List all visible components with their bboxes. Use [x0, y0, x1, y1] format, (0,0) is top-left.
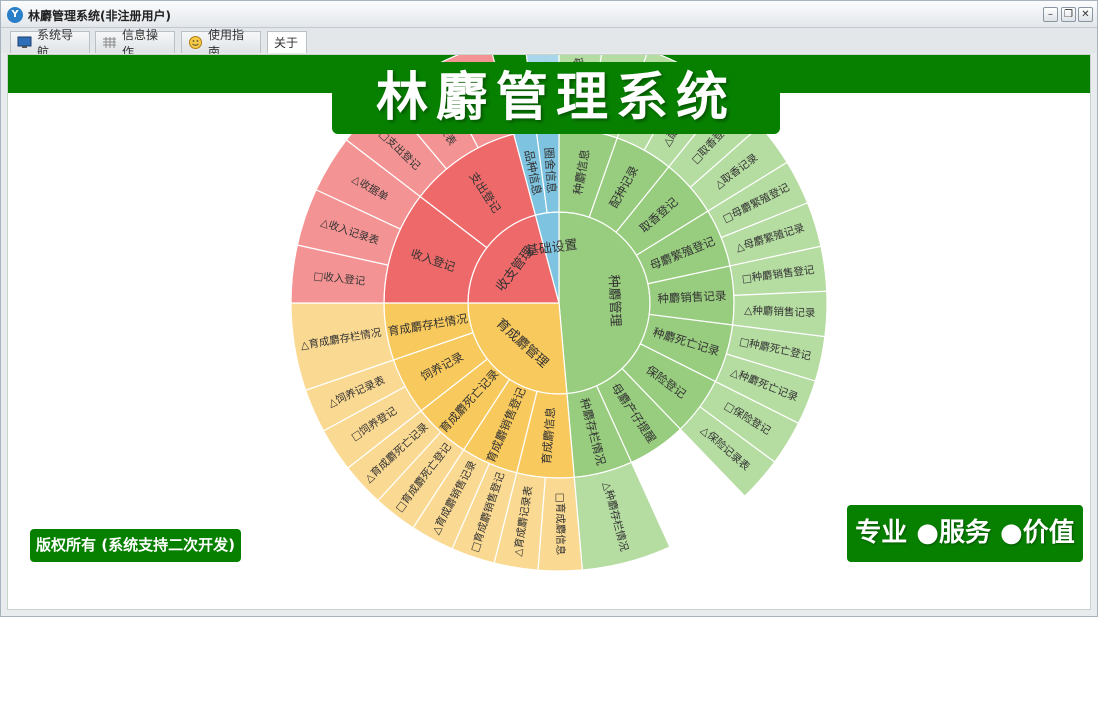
page-title: 林麝管理系统 — [332, 62, 780, 134]
minimize-button[interactable]: – — [1043, 7, 1058, 22]
app-window: Y 林麝管理系统(非注册用户) – ❐ ✕ 系统导航 信息操作 使用指南 关于 — [0, 0, 1098, 617]
tab-label: 关于 — [274, 36, 299, 50]
title-bar: Y 林麝管理系统(非注册用户) – ❐ ✕ — [1, 1, 1097, 28]
tab-info-ops[interactable]: 信息操作 — [95, 28, 175, 59]
sunburst-label: □育成麝信息 — [554, 493, 567, 555]
copyright-label: 版权所有 (系统支持二次开发) — [30, 529, 241, 562]
sunburst-label: 种麝管理 — [605, 274, 622, 327]
restore-button[interactable]: ❐ — [1061, 7, 1076, 22]
close-button[interactable]: ✕ — [1078, 7, 1093, 22]
grid-icon — [102, 36, 117, 49]
window-title: 林麝管理系统(非注册用户) — [28, 9, 171, 23]
monitor-icon — [17, 36, 32, 49]
content-area: 种麝管理种麝信息□种麝信息△种麝记录配种记录□配种登记△配种记录表取香登记□取香… — [7, 54, 1091, 610]
sunburst-label: 圈舍信息 — [542, 147, 559, 194]
tab-system-nav[interactable]: 系统导航 — [10, 28, 90, 59]
tab-user-guide[interactable]: 使用指南 — [181, 28, 261, 59]
smiley-icon — [188, 36, 203, 49]
tab-about[interactable]: 关于 — [267, 31, 307, 53]
slogan-label: 专业 ●服务 ●价值 — [847, 505, 1083, 562]
tab-bar: 系统导航 信息操作 使用指南 关于 — [1, 28, 1097, 59]
app-logo-icon: Y — [7, 7, 23, 23]
